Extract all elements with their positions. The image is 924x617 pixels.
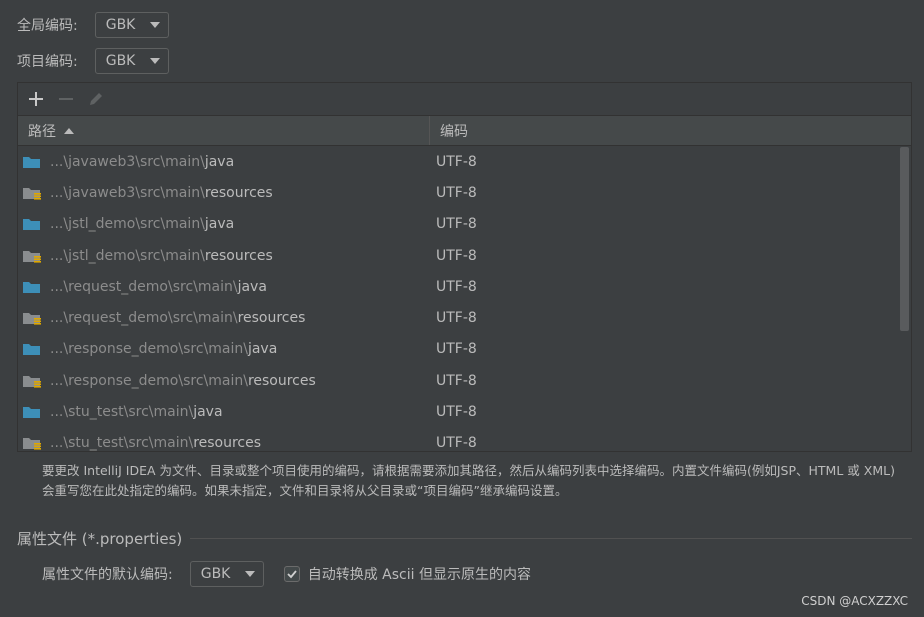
path-cell: ...\response_demo\src\main\ java (18, 341, 428, 357)
resources-folder-icon (23, 250, 41, 263)
table-row[interactable]: ...\javaweb3\src\main\ java UTF-8 (18, 146, 911, 177)
table-row[interactable]: ...\request_demo\src\main\ java UTF-8 (18, 271, 911, 302)
chevron-down-icon (149, 22, 160, 28)
path-prefix: ...\stu_test\src\main\ (50, 404, 194, 421)
table-row[interactable]: ...\stu_test\src\main\ resources UTF-8 (18, 428, 911, 451)
source-folder-icon (23, 281, 40, 293)
checkmark-icon (287, 570, 297, 579)
vertical-scrollbar[interactable] (900, 147, 909, 331)
sort-ascending-icon (64, 127, 74, 134)
path-prefix: ...\javaweb3\src\main\ (50, 153, 205, 170)
source-folder-icon (23, 407, 40, 419)
source-folder-icon (23, 156, 40, 168)
pencil-icon[interactable] (86, 89, 106, 109)
path-cell: ...\javaweb3\src\main\ resources (18, 185, 428, 201)
project-encoding-label: 项目编码: (17, 54, 78, 70)
path-prefix: ...\jstl_demo\src\main\ (50, 247, 205, 264)
path-prefix: ...\javaweb3\src\main\ (50, 184, 205, 201)
properties-encoding-value: GBK (200, 566, 231, 582)
path-leaf: java (237, 278, 267, 295)
path-leaf: java (247, 341, 278, 358)
table-row[interactable]: ...\response_demo\src\main\ resources UTF-… (18, 365, 911, 396)
path-prefix: ...\stu_test\src\main\ (50, 435, 194, 452)
path-cell: ...\request_demo\src\main\ java (18, 279, 428, 295)
encoding-cell[interactable]: UTF-8 (428, 373, 477, 389)
path-cell: ...\request_demo\src\main\ resources (18, 310, 428, 326)
encoding-cell[interactable]: UTF-8 (428, 248, 477, 264)
table-toolbar (18, 83, 911, 115)
table-row[interactable]: ...\stu_test\src\main\ java UTF-8 (18, 396, 911, 427)
project-encoding-select[interactable]: GBK (94, 48, 169, 74)
path-prefix: ...\jstl_demo\src\main\ (50, 216, 205, 233)
global-encoding-row: 全局编码: GBK (17, 12, 169, 38)
path-cell: ...\jstl_demo\src\main\ resources (18, 248, 428, 264)
path-prefix: ...\request_demo\src\main\ (50, 278, 238, 295)
ascii-conversion-label: 自动转换成 Ascii 但显示原生的内容 (307, 567, 531, 583)
source-folder-icon (23, 219, 40, 231)
global-encoding-label: 全局编码: (17, 18, 78, 34)
properties-section-title: 属性文件 (*.properties) (17, 530, 183, 548)
chevron-down-icon (149, 58, 160, 64)
column-header-encoding-label: 编码 (440, 123, 468, 140)
column-header-path[interactable]: 路径 (18, 116, 430, 145)
resources-folder-icon (23, 438, 41, 450)
project-encoding-row: 项目编码: GBK (17, 48, 169, 74)
path-cell: ...\jstl_demo\src\main\ java (18, 216, 428, 232)
source-folder-icon (23, 344, 40, 356)
column-header-encoding[interactable]: 编码 (430, 116, 468, 145)
global-encoding-value: GBK (105, 17, 136, 33)
add-icon[interactable] (26, 89, 46, 109)
chevron-down-icon (244, 571, 255, 577)
table-row[interactable]: ...\jstl_demo\src\main\ java UTF-8 (18, 209, 911, 240)
path-leaf: resources (247, 372, 316, 389)
path-leaf: resources (237, 310, 306, 327)
path-cell: ...\stu_test\src\main\ java (18, 404, 428, 420)
encoding-cell[interactable]: UTF-8 (428, 154, 477, 170)
remove-icon[interactable] (56, 89, 76, 109)
path-prefix: ...\request_demo\src\main\ (50, 310, 238, 327)
properties-encoding-select[interactable]: GBK (189, 561, 264, 587)
encoding-cell[interactable]: UTF-8 (428, 216, 477, 232)
section-divider (190, 538, 912, 539)
path-prefix: ...\response_demo\src\main\ (50, 341, 248, 358)
table-body: ...\javaweb3\src\main\ java UTF-8 ...\javaw… (18, 146, 911, 451)
path-leaf: java (193, 404, 223, 421)
encoding-cell[interactable]: UTF-8 (428, 279, 477, 295)
encoding-cell[interactable]: UTF-8 (428, 185, 477, 201)
ascii-conversion-checkbox[interactable] (283, 566, 300, 582)
path-cell: ...\javaweb3\src\main\ java (18, 154, 428, 170)
table-row[interactable]: ...\response_demo\src\main\ java UTF-8 (18, 334, 911, 365)
encoding-cell[interactable]: UTF-8 (428, 341, 477, 357)
path-cell: ...\response_demo\src\main\ resources (18, 373, 428, 389)
table-row[interactable]: ...\jstl_demo\src\main\ resources UTF-8 (18, 240, 911, 271)
path-leaf: resources (204, 184, 273, 201)
path-encoding-panel: 路径 编码 ...\javaweb3\src\main\ java UTF-8...… (17, 82, 912, 452)
table-row[interactable]: ...\request_demo\src\main\ resources UTF-8 (18, 302, 911, 333)
path-cell: ...\stu_test\src\main\ resources (18, 435, 428, 451)
help-text: 要更改 IntelliJ IDEA 为文件、目录或整个项目使用的编码，请根据需要… (42, 463, 895, 498)
path-leaf: java (204, 216, 235, 233)
properties-default-row: 属性文件的默认编码: GBK 自动转换成 Ascii 但显示原生的内容 (42, 561, 531, 587)
path-prefix: ...\response_demo\src\main\ (50, 372, 248, 389)
properties-default-label: 属性文件的默认编码: (42, 567, 173, 583)
global-encoding-select[interactable]: GBK (94, 12, 169, 38)
table-row[interactable]: ...\javaweb3\src\main\ resources UTF-8 (18, 177, 911, 208)
path-leaf: resources (193, 435, 262, 452)
resources-folder-icon (23, 187, 41, 200)
path-leaf: resources (204, 247, 273, 264)
ascii-conversion-option[interactable]: 自动转换成 Ascii 但显示原生的内容 (283, 564, 531, 584)
watermark: CSDN @ACXZZXC (801, 594, 908, 608)
resources-folder-icon (23, 313, 41, 325)
encoding-cell[interactable]: UTF-8 (428, 310, 477, 326)
project-encoding-value: GBK (105, 53, 136, 69)
encoding-cell[interactable]: UTF-8 (428, 435, 477, 451)
encoding-cell[interactable]: UTF-8 (428, 404, 477, 420)
column-header-path-label: 路径 (28, 123, 56, 140)
resources-folder-icon (23, 375, 41, 388)
table-header: 路径 编码 (18, 115, 911, 146)
path-leaf: java (204, 153, 235, 170)
